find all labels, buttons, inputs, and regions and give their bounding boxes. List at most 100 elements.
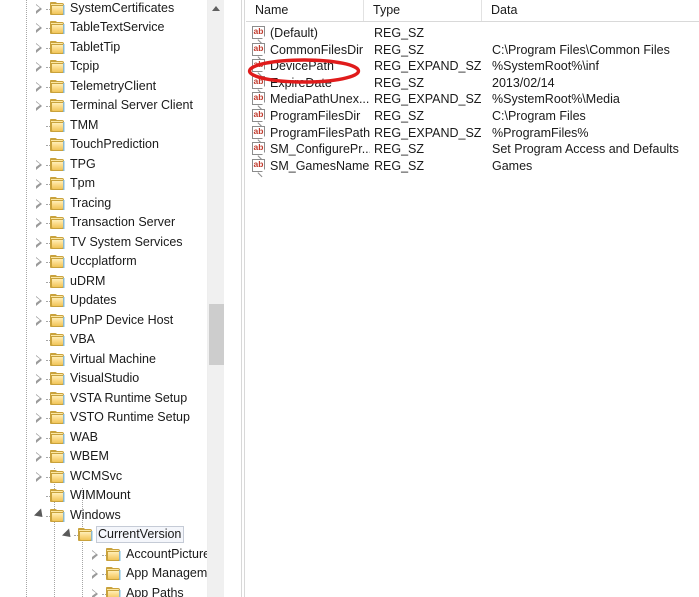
tree-item-tcpip[interactable]: Tcpip [0, 57, 224, 77]
tree-item-app-management[interactable]: App Management [0, 564, 224, 584]
tree-item-app-paths[interactable]: App Paths [0, 584, 224, 597]
tree-item-label: App Paths [126, 585, 184, 597]
table-row[interactable]: ab DevicePath REG_EXPAND_SZ %SystemRoot%\in… [246, 58, 699, 78]
folder-icon [50, 1, 66, 16]
tree-item-terminal-server-client[interactable]: Terminal Server Client [0, 96, 224, 116]
expander-expanded-icon[interactable] [33, 508, 47, 521]
expander-collapsed-icon[interactable] [36, 237, 45, 248]
expander-collapsed-icon[interactable] [36, 471, 45, 482]
tree-item-updates[interactable]: Updates [0, 291, 224, 311]
string-value-icon: ab [252, 42, 266, 61]
tree-item-telemetryclient[interactable]: TelemetryClient [0, 77, 224, 97]
tree-item-wimmount[interactable]: WIMMount [0, 486, 224, 506]
tree-item-upnp-device-host[interactable]: UPnP Device Host [0, 311, 224, 331]
tree-item-label: TMM [70, 117, 99, 132]
expander-collapsed-icon[interactable] [36, 198, 45, 209]
expander-collapsed-icon[interactable] [36, 159, 45, 170]
cell-data: C:\Program Files\Common Files [492, 42, 670, 57]
tree-item-visualstudio[interactable]: VisualStudio [0, 369, 224, 389]
tree-item-wab[interactable]: WAB [0, 428, 224, 448]
expander-collapsed-icon[interactable] [36, 413, 45, 423]
tree-item-wbem[interactable]: WBEM [0, 447, 224, 467]
table-row[interactable]: ab ExpireDate REG_SZ 2013/02/14 [246, 75, 699, 95]
expander-collapsed-icon[interactable] [92, 549, 101, 560]
tree-item-label: Tpm [70, 176, 95, 190]
table-row[interactable]: ab MediaPathUnex... REG_EXPAND_SZ %SystemRo… [246, 91, 699, 111]
tree-item-systemcertificates[interactable]: SystemCertificates [0, 0, 224, 18]
folder-icon [50, 411, 66, 425]
folder-icon [50, 21, 66, 35]
expander-collapsed-icon[interactable] [36, 354, 45, 365]
column-header-name[interactable]: Name [246, 0, 364, 21]
registry-values-list[interactable]: Name Type Data ab (Default) REG_SZ ab Common… [246, 0, 699, 597]
expander-collapsed-icon[interactable] [36, 23, 45, 33]
expander-collapsed-icon[interactable] [92, 588, 101, 597]
table-row[interactable]: ab ProgramFilesDir REG_SZ C:\Program Files [246, 108, 699, 128]
expander-collapsed-icon[interactable] [36, 81, 45, 92]
tree-item-touchprediction[interactable]: TouchPrediction [0, 135, 224, 155]
tree-item-tpm[interactable]: Tpm [0, 174, 224, 194]
expander-collapsed-icon[interactable] [36, 42, 45, 53]
folder-icon [50, 99, 66, 113]
expander-collapsed-icon[interactable] [36, 296, 45, 306]
scroll-up-button[interactable] [208, 0, 224, 17]
expander-expanded-icon[interactable] [61, 527, 75, 541]
expander-collapsed-icon[interactable] [92, 569, 101, 579]
tree-item-uccplatform[interactable]: Uccplatform [0, 252, 224, 272]
table-row[interactable]: ab SM_GamesName REG_SZ Games [246, 158, 699, 178]
expander-collapsed-icon[interactable] [36, 3, 45, 14]
table-row[interactable]: ab CommonFilesDir REG_SZ C:\Program Files\C… [246, 42, 699, 61]
tree-item-windows[interactable]: Windows [0, 506, 224, 526]
tree-item-vsto-runtime-setup[interactable]: VSTO Runtime Setup [0, 408, 224, 428]
cell-type: REG_SZ [374, 75, 425, 90]
tree-item-label: Transaction Server [70, 215, 176, 229]
tree-vertical-scrollbar[interactable] [207, 0, 224, 597]
table-row[interactable]: ab SM_ConfigurePr... REG_SZ Set Program Acc… [246, 141, 699, 161]
table-row[interactable]: ab (Default) REG_SZ [246, 25, 699, 45]
folder-icon [50, 138, 66, 152]
tree-item-accountpicture[interactable]: AccountPicture [0, 545, 224, 565]
tree-item-label: AccountPicture [126, 546, 211, 561]
tree-item-vsta-runtime-setup[interactable]: VSTA Runtime Setup [0, 389, 224, 409]
expander-collapsed-icon[interactable] [36, 374, 45, 384]
expander-collapsed-icon[interactable] [36, 218, 45, 228]
tree-item-currentversion[interactable]: CurrentVersion [0, 525, 224, 545]
expander-collapsed-icon[interactable] [36, 179, 45, 189]
folder-icon [50, 255, 66, 269]
cell-name: DevicePath [270, 59, 334, 74]
tree-item-virtual-machine[interactable]: Virtual Machine [0, 350, 224, 370]
folder-icon [50, 79, 66, 94]
tree-item-label: VisualStudio [70, 371, 140, 385]
string-value-icon: ab [252, 59, 266, 78]
tree-item-vba[interactable]: VBA [0, 330, 224, 350]
expander-collapsed-icon[interactable] [36, 101, 45, 111]
table-row[interactable]: ab ProgramFilesPath REG_EXPAND_SZ %ProgramF… [246, 125, 699, 144]
tree-item-udrm[interactable]: uDRM [0, 272, 224, 292]
expander-collapsed-icon[interactable] [36, 257, 45, 267]
cell-data: Set Program Access and Defaults [492, 142, 679, 157]
column-header-type[interactable]: Type [364, 0, 482, 21]
tree-item-label: Updates [70, 293, 117, 307]
tree-item-tpg[interactable]: TPG [0, 155, 224, 175]
folder-icon [50, 372, 66, 386]
expander-collapsed-icon[interactable] [36, 315, 45, 326]
registry-key-tree[interactable]: SystemCertificates TableTextService Tablet… [0, 0, 224, 597]
tree-item-tmm[interactable]: TMM [0, 116, 224, 136]
tree-item-tablettip[interactable]: TabletTip [0, 38, 224, 58]
tree-item-tabletextservice[interactable]: TableTextService [0, 18, 224, 38]
expander-collapsed-icon[interactable] [36, 62, 45, 72]
expander-collapsed-icon[interactable] [36, 432, 45, 443]
cell-name: ExpireDate [270, 75, 332, 90]
tree-item-label: TV System Services [70, 234, 183, 249]
column-header-data[interactable]: Data [482, 0, 699, 21]
tree-item-tracing[interactable]: Tracing [0, 194, 224, 214]
scrollbar-thumb[interactable] [209, 304, 224, 365]
tree-item-tv-system-services[interactable]: TV System Services [0, 233, 224, 253]
string-value-icon: ab [252, 109, 266, 128]
folder-icon [106, 586, 122, 597]
expander-collapsed-icon[interactable] [36, 452, 45, 462]
tree-item-transaction-server[interactable]: Transaction Server [0, 213, 224, 233]
expander-collapsed-icon[interactable] [36, 393, 45, 404]
pane-splitter[interactable] [241, 0, 245, 597]
tree-item-wcmsvc[interactable]: WCMSvc [0, 467, 224, 487]
